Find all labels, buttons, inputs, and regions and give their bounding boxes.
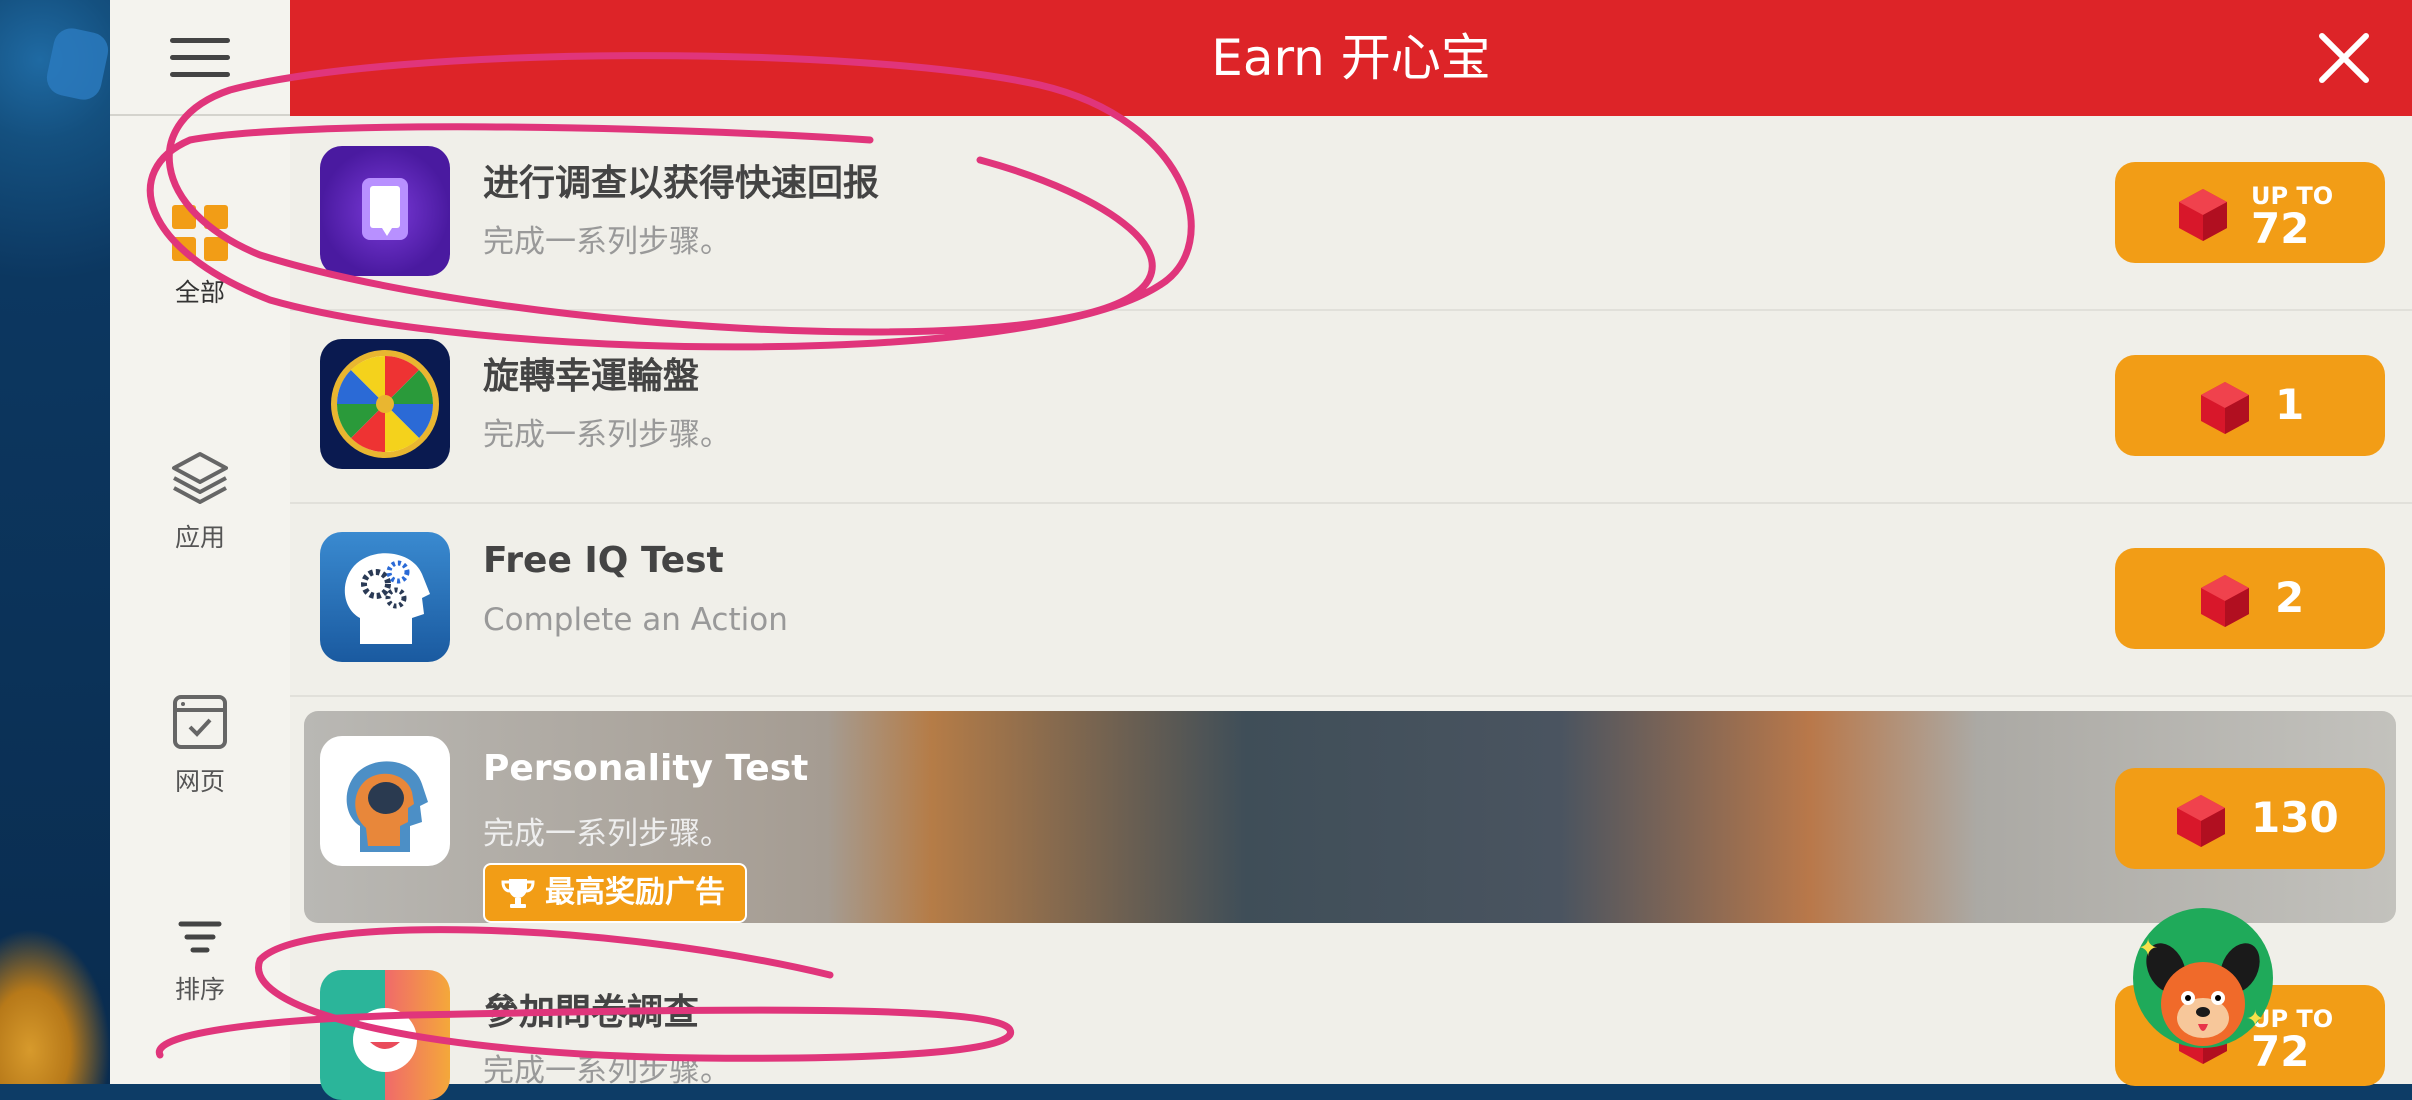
offer-title: 參加問卷調查 bbox=[483, 992, 700, 1033]
offer-title: 进行调查以获得快速回报 bbox=[483, 163, 880, 204]
menu-icon[interactable] bbox=[170, 38, 230, 84]
sidebar-item-label: 应用 bbox=[174, 523, 225, 552]
close-icon[interactable] bbox=[2316, 30, 2372, 86]
mascot-button[interactable]: ✦ ✦ bbox=[2128, 906, 2278, 1056]
reward-button[interactable]: 2 bbox=[2115, 548, 2385, 649]
layers-icon bbox=[172, 452, 228, 504]
chat-face-icon bbox=[320, 970, 450, 1100]
reward-value: 72 bbox=[2251, 204, 2310, 253]
sidebar-item-label: 网页 bbox=[174, 767, 225, 796]
offer-row-featured[interactable]: Personality Test 完成一系列步骤。 最高奖励广告 130 bbox=[290, 696, 2412, 941]
sidebar-item-web[interactable]: 网页 bbox=[110, 694, 290, 798]
sidebar-item-all[interactable]: 全部 bbox=[110, 205, 290, 309]
offer-row[interactable]: 进行调查以获得快速回报 完成一系列步骤。 UP TO 72 bbox=[290, 116, 2412, 311]
trophy-icon bbox=[501, 879, 535, 908]
offer-row[interactable]: 參加問卷調查 完成一系列步骤。 UP TO 72 bbox=[290, 941, 2412, 1100]
reward-button[interactable]: 130 bbox=[2115, 768, 2385, 869]
offer-title: Free IQ Test bbox=[483, 540, 724, 581]
sidebar-divider bbox=[110, 114, 290, 116]
sidebar: 全部 应用 网页 排序 bbox=[110, 0, 291, 1084]
sidebar-item-apps[interactable]: 应用 bbox=[110, 450, 290, 554]
top-reward-badge: 最高奖励广告 bbox=[483, 863, 747, 923]
ruby-icon bbox=[2201, 575, 2249, 627]
offer-list: 进行调查以获得快速回报 完成一系列步骤。 UP TO 72 旋轉幸運輪盤 完成一… bbox=[290, 116, 2412, 1100]
dog-mascot-icon: ✦ ✦ bbox=[2133, 908, 2273, 1048]
head-profile-icon bbox=[320, 736, 450, 866]
sidebar-item-sort[interactable]: 排序 bbox=[110, 918, 290, 1006]
reward-value: 2 bbox=[2275, 573, 2305, 622]
header-bar: Earn 开心宝 bbox=[290, 0, 2412, 116]
background-coral bbox=[0, 930, 110, 1084]
offer-row[interactable]: 旋轉幸運輪盤 完成一系列步骤。 1 bbox=[290, 309, 2412, 504]
svg-text:✦: ✦ bbox=[2246, 1007, 2264, 1032]
reward-value: 130 bbox=[2251, 793, 2339, 842]
survey-icon bbox=[320, 146, 450, 276]
offer-subtitle: Complete an Action bbox=[483, 602, 788, 638]
grid-icon bbox=[172, 205, 228, 261]
offer-subtitle: 完成一系列步骤。 bbox=[483, 417, 731, 453]
wheel-icon bbox=[320, 339, 450, 469]
webpage-icon bbox=[173, 695, 227, 749]
ruby-icon bbox=[2201, 382, 2249, 434]
background-underwater bbox=[0, 0, 110, 1084]
reward-button[interactable]: 1 bbox=[2115, 355, 2385, 456]
ruby-icon bbox=[2177, 795, 2225, 847]
sort-icon bbox=[178, 921, 222, 953]
svg-text:✦: ✦ bbox=[2138, 934, 2158, 962]
ruby-icon bbox=[2179, 189, 2227, 241]
page-title: Earn 开心宝 bbox=[1211, 29, 1491, 87]
offer-title: Personality Test bbox=[483, 748, 809, 789]
offer-row[interactable]: Free IQ Test Complete an Action 2 bbox=[290, 502, 2412, 697]
reward-value: 1 bbox=[2275, 380, 2305, 429]
offer-subtitle: 完成一系列步骤。 bbox=[483, 1053, 731, 1089]
sidebar-item-label: 全部 bbox=[174, 278, 225, 307]
offer-title: 旋轉幸運輪盤 bbox=[483, 356, 700, 397]
brain-gears-icon bbox=[320, 532, 450, 662]
offer-subtitle: 完成一系列步骤。 bbox=[483, 816, 731, 852]
offer-subtitle: 完成一系列步骤。 bbox=[483, 224, 731, 260]
badge-label: 最高奖励广告 bbox=[545, 875, 725, 910]
sidebar-item-label: 排序 bbox=[174, 975, 225, 1004]
reward-button[interactable]: UP TO 72 bbox=[2115, 162, 2385, 263]
